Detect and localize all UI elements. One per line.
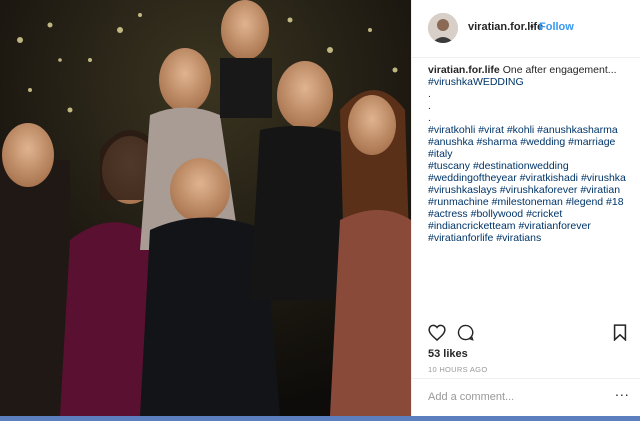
hashtag-link[interactable]: #viratkohli [428, 124, 475, 136]
instagram-post: viratian.for.life • Follow viratian.for.… [0, 0, 640, 416]
caption-username[interactable]: viratian.for.life [428, 64, 500, 76]
photo-graphic [0, 0, 411, 416]
hashtag-link[interactable]: #anushka [428, 136, 474, 148]
hashtag-link[interactable]: #tuscany [428, 160, 470, 172]
caption-line: . [428, 112, 634, 124]
caption-dot: . [428, 100, 431, 112]
caption-line: #viratianforlife #viratians [428, 232, 634, 244]
hashtag-link[interactable]: #viratians [496, 232, 541, 244]
caption: viratian.for.life One after engagement..… [428, 64, 634, 244]
header-separator: • [530, 21, 534, 33]
hashtag-link[interactable]: #indiancricketteam [428, 220, 516, 232]
likes-count[interactable]: 53 likes [428, 348, 468, 360]
bookmark-icon[interactable] [613, 324, 627, 346]
hashtag-link[interactable]: #virushkaWEDDING [428, 76, 524, 88]
caption-line: #virushkaslays #virushkaforever #viratia… [428, 184, 634, 196]
caption-line: . [428, 100, 634, 112]
avatar[interactable] [428, 13, 458, 43]
heart-icon[interactable] [428, 324, 446, 346]
hashtag-link[interactable]: #virat [478, 124, 504, 136]
caption-dot: . [428, 112, 431, 124]
hashtag-link[interactable]: #18 [606, 196, 624, 208]
caption-line: #runmachine #milestoneman #legend #18 [428, 196, 634, 208]
comment-bar: ... [412, 378, 640, 416]
post-timestamp[interactable]: 10 HOURS AGO [428, 365, 487, 374]
caption-line: #weddingoftheyear #viratkishadi #virushk… [428, 172, 634, 184]
caption-first-line: viratian.for.life One after engagement..… [428, 64, 634, 76]
hashtag-link[interactable]: #weddingoftheyear [428, 172, 517, 184]
post-sidebar: viratian.for.life • Follow viratian.for.… [411, 0, 640, 416]
hashtag-link[interactable]: #milestoneman [492, 196, 563, 208]
action-bar [412, 318, 640, 348]
hashtag-link[interactable]: #virushkaforever [500, 184, 578, 196]
bottom-strip [0, 416, 640, 421]
caption-line: #tuscany #destinationwedding [428, 160, 634, 172]
hashtag-link[interactable]: #actress [428, 208, 468, 220]
post-header: viratian.for.life • Follow [412, 0, 640, 58]
hashtag-link[interactable]: #viratian [580, 184, 620, 196]
follow-button[interactable]: Follow [539, 21, 574, 33]
caption-text: One after engagement... [502, 64, 617, 76]
caption-line: . [428, 88, 634, 100]
hashtag-link[interactable]: #cricket [526, 208, 562, 220]
caption-line: #actress #bollywood #cricket [428, 208, 634, 220]
caption-line: #virushkaWEDDING [428, 76, 634, 88]
hashtag-link[interactable]: #viratianforlife [428, 232, 493, 244]
caption-line: #indiancricketteam #viratianforever [428, 220, 634, 232]
hashtag-link[interactable]: #viratianforever [518, 220, 590, 232]
hashtag-link[interactable]: #sharma [476, 136, 517, 148]
comment-icon[interactable] [457, 324, 474, 346]
avatar-image [428, 13, 458, 43]
hashtag-link[interactable]: #italy [428, 148, 453, 160]
hashtag-link[interactable]: #kohli [507, 124, 534, 136]
caption-line: #anushka #sharma #wedding #marriage #ita… [428, 136, 634, 160]
caption-hashtags: #virushkaWEDDING... #viratkohli #virat #k… [428, 76, 634, 244]
hashtag-link[interactable]: #bollywood [471, 208, 524, 220]
hashtag-link[interactable]: #runmachine [428, 196, 489, 208]
hashtag-link[interactable]: #wedding [520, 136, 565, 148]
comment-input[interactable] [428, 387, 608, 407]
hashtag-link[interactable]: #legend [566, 196, 603, 208]
hashtag-link[interactable]: #marriage [568, 136, 615, 148]
more-options-icon[interactable]: ... [615, 383, 630, 399]
post-photo[interactable] [0, 0, 411, 416]
caption-dot: . [428, 88, 431, 100]
hashtag-link[interactable]: #virushkaslays [428, 184, 497, 196]
hashtag-link[interactable]: #viratkishadi [520, 172, 578, 184]
hashtag-link[interactable]: #anushkasharma [537, 124, 618, 136]
hashtag-link[interactable]: #virushka [581, 172, 626, 184]
hashtag-link[interactable]: #destinationwedding [473, 160, 569, 172]
caption-line: #viratkohli #virat #kohli #anushkasharma [428, 124, 634, 136]
